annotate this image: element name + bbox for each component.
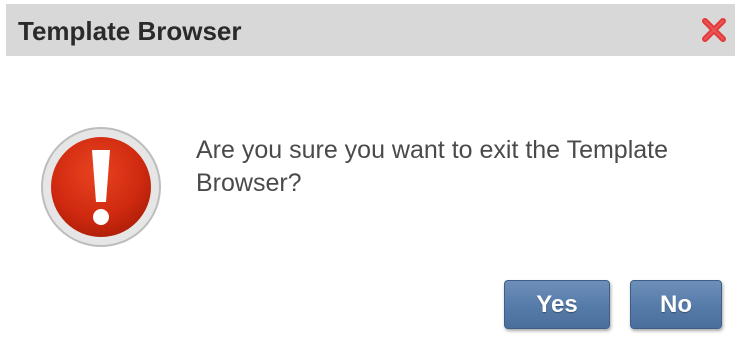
dialog-title: Template Browser: [18, 16, 242, 46]
dialog-titlebar: Template Browser: [6, 4, 735, 56]
confirm-dialog: Template Browser Are you sure you want t…: [0, 0, 735, 343]
close-icon[interactable]: [701, 17, 727, 43]
dialog-message: Are you sure you want to exit the Templa…: [196, 136, 669, 197]
no-button[interactable]: No: [630, 280, 722, 329]
exclamation-alert-icon: [40, 126, 162, 248]
yes-button[interactable]: Yes: [504, 280, 610, 329]
